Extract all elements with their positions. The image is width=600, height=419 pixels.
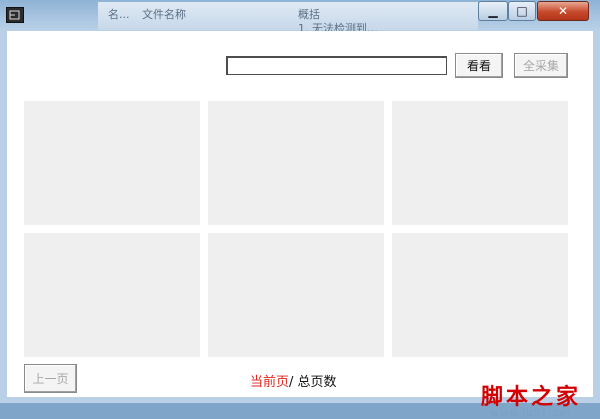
thumbnail-slot-4[interactable] bbox=[24, 233, 200, 357]
collect-all-button[interactable]: 全采集 bbox=[514, 53, 568, 78]
view-button[interactable]: 看看 bbox=[455, 53, 503, 78]
thumbnail-slot-1[interactable] bbox=[24, 101, 200, 225]
minimize-icon: ▁ bbox=[488, 4, 498, 18]
maximize-icon: □ bbox=[516, 4, 528, 18]
watermark-url: www.jb51.net bbox=[490, 408, 572, 419]
close-button[interactable]: ✕ bbox=[537, 1, 589, 21]
total-pages-label: 总页数 bbox=[297, 375, 337, 390]
search-input[interactable] bbox=[226, 56, 447, 75]
title-bar[interactable]: 名... 文件名称 概括 1. 无法检测到… ▁ □ ✕ bbox=[0, 0, 600, 35]
background-text: 名... bbox=[108, 8, 130, 21]
client-area: 看看 全采集 上一页 当前页/ 总页数 脚本之家 www.jb51.net bbox=[7, 31, 593, 419]
background-text: 文件名称 bbox=[142, 8, 186, 21]
app-icon[interactable] bbox=[6, 7, 24, 23]
background-window-strip: 名... 文件名称 概括 1. 无法检测到… bbox=[98, 2, 478, 35]
prev-page-button[interactable]: 上一页 bbox=[24, 364, 77, 393]
thumbnail-slot-5[interactable] bbox=[208, 233, 384, 357]
app-window: 名... 文件名称 概括 1. 无法检测到… ▁ □ ✕ 看看 全采集 上一页 bbox=[0, 0, 600, 419]
page-indicator: 当前页/ 总页数 bbox=[250, 371, 337, 390]
close-icon: ✕ bbox=[557, 4, 569, 18]
thumbnail-slot-6[interactable] bbox=[392, 233, 568, 357]
watermark-title: 脚本之家 bbox=[480, 384, 581, 410]
thumbnail-slot-2[interactable] bbox=[208, 101, 384, 225]
page-separator: / bbox=[289, 375, 294, 390]
thumbnail-grid bbox=[24, 101, 569, 357]
maximize-button[interactable]: □ bbox=[508, 1, 536, 21]
minimize-button[interactable]: ▁ bbox=[478, 1, 508, 21]
thumbnail-slot-3[interactable] bbox=[392, 101, 568, 225]
current-page-label: 当前页 bbox=[250, 375, 290, 390]
